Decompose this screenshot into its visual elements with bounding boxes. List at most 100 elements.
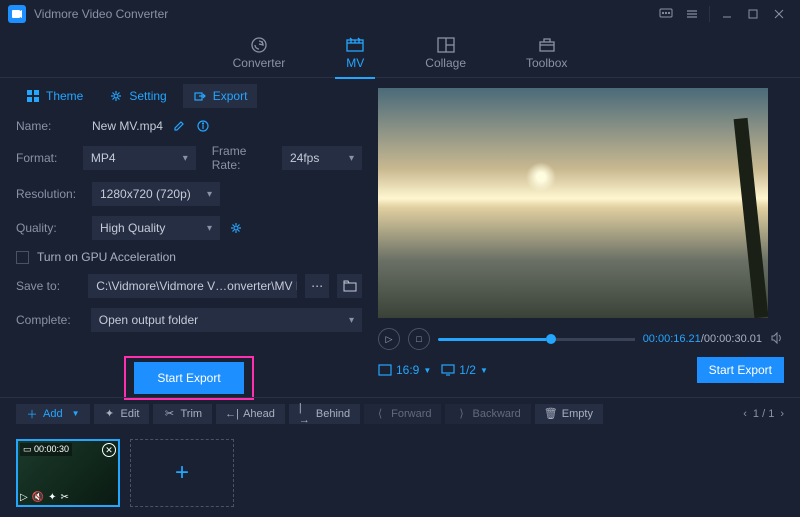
- toolbox-icon: [537, 36, 557, 54]
- format-label: Format:: [16, 151, 75, 165]
- remove-clip-icon[interactable]: ✕: [102, 443, 116, 457]
- export-panel: Theme Setting Export Name: New MV.mp4: [0, 78, 378, 397]
- clip-mute-icon[interactable]: 🔇: [32, 492, 44, 503]
- trash-icon: 🗑: [545, 408, 557, 420]
- play-button[interactable]: ▷: [378, 328, 400, 350]
- tab-collage[interactable]: Collage: [415, 32, 476, 74]
- scissors-icon: ✂: [163, 408, 175, 420]
- trim-button[interactable]: ✂Trim: [153, 404, 212, 424]
- seek-slider[interactable]: [438, 338, 635, 341]
- framerate-select[interactable]: 24fps: [282, 146, 362, 170]
- complete-select[interactable]: Open output folder: [91, 308, 362, 332]
- ahead-icon: ←|: [226, 408, 238, 420]
- clip-edit-icon[interactable]: ✦: [48, 492, 56, 503]
- subtab-theme[interactable]: Theme: [16, 84, 93, 108]
- pager: ‹ 1 / 1 ›: [743, 408, 784, 420]
- time-current: 00:00:16.21: [643, 333, 701, 345]
- collage-icon: [436, 36, 456, 54]
- tab-label: Collage: [425, 56, 466, 70]
- behind-button[interactable]: |→Behind: [289, 404, 360, 424]
- tab-label: Converter: [233, 56, 286, 70]
- close-button[interactable]: [766, 1, 792, 27]
- maximize-button[interactable]: [740, 1, 766, 27]
- menu-icon[interactable]: [679, 1, 705, 27]
- divider: [709, 6, 710, 22]
- saveto-label: Save to:: [16, 279, 80, 293]
- app-title: Vidmore Video Converter: [34, 7, 168, 21]
- ahead-button[interactable]: ←|Ahead: [216, 404, 285, 424]
- subtab-label: Setting: [129, 89, 166, 103]
- video-preview[interactable]: [378, 88, 768, 318]
- clip-thumbnail[interactable]: ▭ 00:00:30 ✕ ▷ 🔇 ✦ ✂: [16, 439, 120, 507]
- start-export-button[interactable]: Start Export: [134, 362, 244, 394]
- resolution-select[interactable]: 1280x720 (720p): [92, 182, 220, 206]
- minimize-button[interactable]: [714, 1, 740, 27]
- tab-label: Toolbox: [526, 56, 567, 70]
- quality-label: Quality:: [16, 221, 84, 235]
- tab-mv[interactable]: MV: [335, 32, 375, 74]
- edit-button[interactable]: ✦Edit: [94, 404, 150, 424]
- quality-select[interactable]: High Quality: [92, 216, 220, 240]
- time-total: 00:00:30.01: [704, 333, 762, 345]
- prev-page-icon[interactable]: ‹: [743, 408, 747, 420]
- edit-name-icon[interactable]: [171, 118, 187, 134]
- backward-button[interactable]: ⟩Backward: [445, 404, 530, 424]
- behind-icon: |→: [299, 408, 311, 420]
- aspect-ratio-select[interactable]: 16:9 ▼: [378, 363, 431, 377]
- subtab-label: Theme: [46, 89, 83, 103]
- add-clip-slot[interactable]: +: [130, 439, 234, 507]
- volume-icon[interactable]: [770, 331, 784, 348]
- clip-duration: ▭ 00:00:30: [20, 443, 72, 456]
- page-text: 1 / 1: [753, 408, 774, 420]
- stop-button[interactable]: □: [408, 328, 430, 350]
- empty-button[interactable]: 🗑Empty: [535, 404, 603, 424]
- start-export-button-right[interactable]: Start Export: [697, 357, 784, 383]
- gpu-checkbox[interactable]: [16, 251, 29, 264]
- preview-visual: [598, 88, 768, 318]
- screen-page-select[interactable]: 1/2 ▼: [441, 363, 488, 377]
- theme-icon: [26, 89, 40, 103]
- complete-label: Complete:: [16, 313, 83, 327]
- plus-icon: ＋: [26, 408, 38, 420]
- info-icon[interactable]: [195, 118, 211, 134]
- preview-panel: ▷ □ 00:00:16.21/00:00:30.01 16:9 ▼: [378, 78, 800, 397]
- resolution-label: Resolution:: [16, 187, 84, 201]
- tab-label: MV: [346, 56, 364, 70]
- main-tabs: Converter MV Collage Toolbox: [0, 28, 800, 78]
- mv-icon: [345, 36, 365, 54]
- framerate-label: Frame Rate:: [212, 144, 274, 172]
- name-label: Name:: [16, 119, 84, 133]
- format-select[interactable]: MP4: [83, 146, 196, 170]
- forward-icon: ⟨: [374, 408, 386, 420]
- gpu-label: Turn on GPU Acceleration: [37, 250, 176, 264]
- start-export-highlight: Start Export: [124, 356, 254, 400]
- subtab-export[interactable]: Export: [183, 84, 258, 108]
- seek-knob[interactable]: [546, 334, 556, 344]
- wand-icon: ✦: [104, 408, 116, 420]
- sub-tabs: Theme Setting Export: [16, 84, 362, 108]
- converter-icon: [249, 36, 269, 54]
- browse-folder-button[interactable]: [337, 274, 362, 298]
- title-bar: Vidmore Video Converter: [0, 0, 800, 28]
- app-logo-icon: [8, 5, 26, 23]
- clip-strip: ▭ 00:00:30 ✕ ▷ 🔇 ✦ ✂ +: [0, 429, 800, 517]
- backward-icon: ⟩: [455, 408, 467, 420]
- export-icon: [193, 89, 207, 103]
- tab-converter[interactable]: Converter: [223, 32, 296, 74]
- preview-visual: [526, 162, 556, 192]
- clip-play-icon[interactable]: ▷: [20, 492, 28, 503]
- saveto-path[interactable]: C:\Vidmore\Vidmore V…onverter\MV Exporte…: [88, 274, 297, 298]
- subtab-label: Export: [213, 89, 248, 103]
- tab-toolbox[interactable]: Toolbox: [516, 32, 577, 74]
- next-page-icon[interactable]: ›: [780, 408, 784, 420]
- subtab-setting[interactable]: Setting: [99, 84, 176, 108]
- add-button[interactable]: ＋Add▼: [16, 404, 90, 424]
- forward-button[interactable]: ⟨Forward: [364, 404, 441, 424]
- more-path-button[interactable]: ⋯: [305, 274, 330, 298]
- clip-trim-icon[interactable]: ✂: [61, 492, 69, 503]
- name-value: New MV.mp4: [92, 119, 163, 133]
- time-display: 00:00:16.21/00:00:30.01: [643, 333, 762, 345]
- gear-icon: [109, 89, 123, 103]
- quality-settings-icon[interactable]: [228, 220, 244, 236]
- feedback-icon[interactable]: [653, 1, 679, 27]
